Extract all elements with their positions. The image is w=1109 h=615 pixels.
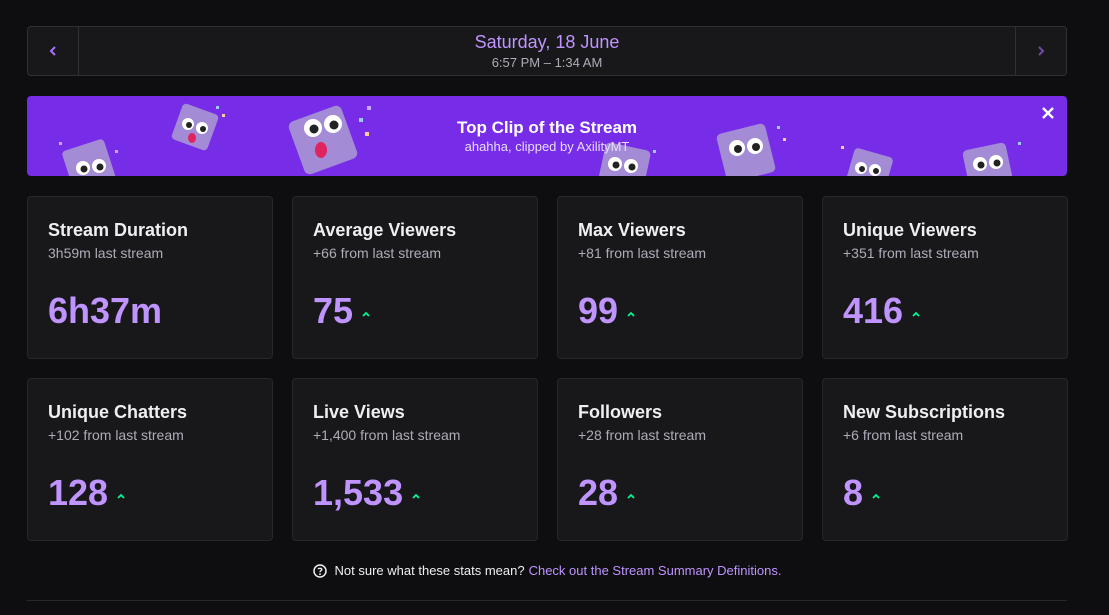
stat-value-row: 8 [843,473,881,513]
stat-value: 416 [843,290,904,331]
stat-comparison: +1,400 from last stream [313,427,461,443]
banner-subtitle: ahahha, clipped by AxilityMT [464,139,630,154]
trend-up-icon [117,493,125,499]
stat-value-row: 6h37m [48,291,162,331]
stat-title: Live Views [313,402,405,422]
stat-comparison: +102 from last stream [48,427,184,443]
stat-card: Max Viewers +81 from last stream 99 [557,196,803,359]
trend-up-icon [872,493,880,499]
top-clip-banner[interactable]: Top Clip of the Stream ahahha, clipped b… [27,96,1067,176]
stream-date: Saturday, 18 June [474,32,620,52]
stat-value: 1,533 [313,472,404,513]
next-stream-button[interactable] [1015,27,1066,75]
trend-up-icon [362,311,370,317]
stat-title: Max Viewers [578,220,686,240]
stat-card: Followers +28 from last stream 28 [557,378,803,541]
stat-value-row: 1,533 [313,473,421,513]
stat-card: Live Views +1,400 from last stream 1,533 [292,378,538,541]
stat-title: New Subscriptions [843,402,1006,422]
stat-value: 6h37m [48,290,163,331]
stat-value-row: 99 [578,291,636,331]
stat-card: Unique Viewers +351 from last stream 416 [822,196,1068,359]
stat-title: Average Viewers [313,220,457,240]
stat-comparison: +28 from last stream [578,427,706,443]
stat-value: 99 [578,290,619,331]
stat-comparison: +351 from last stream [843,245,979,261]
stat-value: 28 [578,472,619,513]
stat-card: Stream Duration 3h59m last stream 6h37m [27,196,273,359]
stat-title: Unique Viewers [843,220,977,240]
stat-value-row: 75 [313,291,371,331]
previous-stream-button[interactable] [28,27,79,75]
help-row: Not sure what these stats mean? Check ou… [27,563,1067,578]
stat-value-row: 28 [578,473,636,513]
definitions-link[interactable]: Check out the Stream Summary Definitions… [529,563,782,578]
stat-comparison: +6 from last stream [843,427,964,443]
stat-value: 75 [313,290,354,331]
banner-title: Top Clip of the Stream [456,118,638,137]
date-display: Saturday, 18 June 6:57 PM – 1:34 AM [79,27,1015,75]
stat-title: Followers [578,402,663,422]
help-text: Not sure what these stats mean? [334,563,525,578]
stat-card: New Subscriptions +6 from last stream 8 [822,378,1068,541]
stat-title: Stream Duration [48,220,189,240]
question-circle-icon [312,563,327,578]
trend-up-icon [412,493,420,499]
stat-value: 128 [48,472,109,513]
stat-value: 8 [843,472,864,513]
close-banner-button[interactable] [1039,104,1057,122]
stat-card: Unique Chatters +102 from last stream 128 [27,378,273,541]
chevron-left-icon [49,46,56,56]
date-navigator: Saturday, 18 June 6:57 PM – 1:34 AM [27,26,1067,76]
banner-text: Top Clip of the Stream ahahha, clipped b… [27,118,1067,156]
stat-value-row: 128 [48,473,126,513]
stream-summary: Saturday, 18 June 6:57 PM – 1:34 AM Top … [27,26,1068,601]
stat-title: Unique Chatters [48,402,188,422]
divider [27,600,1067,601]
stream-time-range: 6:57 PM – 1:34 AM [491,55,603,70]
chevron-right-icon [1038,46,1045,56]
trend-up-icon [912,311,920,317]
trend-up-icon [627,493,635,499]
stat-value-row: 416 [843,291,921,331]
stat-comparison: +66 from last stream [313,245,441,261]
stats-grid: Stream Duration 3h59m last stream 6h37m Ave… [27,196,1068,541]
stat-comparison: +81 from last stream [578,245,706,261]
stat-comparison: 3h59m last stream [48,245,164,261]
trend-up-icon [627,311,635,317]
stat-card: Average Viewers +66 from last stream 75 [292,196,538,359]
close-icon [1042,107,1054,119]
